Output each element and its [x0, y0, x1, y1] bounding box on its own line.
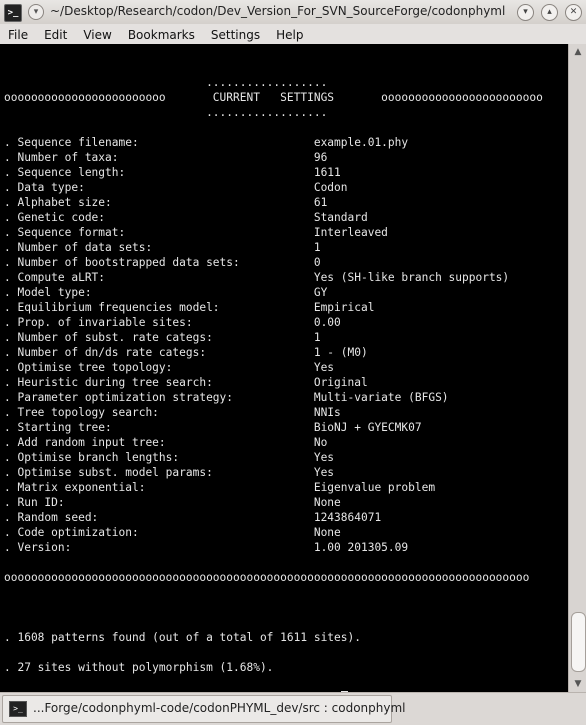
terminal-line: . Code optimization: None	[4, 526, 341, 539]
menu-settings[interactable]: Settings	[203, 25, 268, 45]
terminal-line: . Optimise subst. model params: Yes	[4, 466, 335, 479]
terminal-tab[interactable]: >_ ...Forge/codonphyml-code/codonPHYML_d…	[2, 695, 406, 723]
terminal-line: . Data type: Codon	[4, 181, 348, 194]
close-button[interactable]: ✕	[565, 4, 582, 21]
window-titlebar: >_ ▾ ~/Desktop/Research/codon/Dev_Versio…	[0, 0, 586, 25]
terminal-tabbar: >_ ...Forge/codonphyml-code/codonPHYML_d…	[0, 692, 586, 725]
terminal-line: . Genetic code: Standard	[4, 211, 368, 224]
menubar: File Edit View Bookmarks Settings Help	[0, 24, 586, 45]
terminal-line: . Optimise branch lengths: Yes	[4, 451, 335, 464]
terminal-line: ..................	[4, 106, 328, 119]
terminal-line: . 1608 patterns found (out of a total of…	[4, 631, 361, 644]
terminal-line: . Model type: GY	[4, 286, 328, 299]
pin-icon[interactable]: ▾	[28, 4, 44, 20]
menu-view[interactable]: View	[75, 25, 119, 45]
scrollbar-thumb[interactable]	[571, 612, 586, 672]
vertical-scrollbar[interactable]: ▲ ▼	[568, 44, 586, 692]
terminal-line: . Matrix exponential: Eigenvalue problem	[4, 481, 436, 494]
terminal-tab-icon: >_	[9, 701, 27, 717]
terminal-line: . Compute aLRT: Yes (SH-like branch supp…	[4, 271, 510, 284]
terminal-line: . Sequence length: 1611	[4, 166, 341, 179]
terminal-line: . Number of subst. rate categs: 1	[4, 331, 321, 344]
terminal-line: . Heuristic during tree search: Original	[4, 376, 368, 389]
terminal-line: . Starting tree: BioNJ + GYECMK07	[4, 421, 422, 434]
menu-file[interactable]: File	[0, 25, 36, 45]
terminal-line: . Version: 1.00 201305.09	[4, 541, 409, 554]
terminal-line: . Number of dn/ds rate categs: 1 - (M0)	[4, 346, 368, 359]
menu-edit[interactable]: Edit	[36, 25, 75, 45]
minimize-button[interactable]: ▾	[517, 4, 534, 21]
terminal-line: . Sequence filename: example.01.phy	[4, 136, 409, 149]
terminal-line: ..................	[4, 76, 328, 89]
maximize-button[interactable]: ▴	[541, 4, 558, 21]
terminal-line: . Random seed: 1243864071	[4, 511, 382, 524]
terminal-line: . 27 sites without polymorphism (1.68%).	[4, 661, 274, 674]
menu-help[interactable]: Help	[268, 25, 311, 45]
terminal-line: oooooooooooooooooooooooo CURRENT SETTING…	[4, 91, 543, 104]
terminal-line: . Number of taxa: 96	[4, 151, 328, 164]
terminal-line: . Parameter optimization strategy: Multi…	[4, 391, 449, 404]
terminal-line: oooooooooooooooooooooooooooooooooooooooo…	[4, 571, 530, 584]
terminal-line: . Number of bootstrapped data sets: 0	[4, 256, 321, 269]
terminal-line: . Equilibrium frequencies model: Empiric…	[4, 301, 375, 314]
window-title: ~/Desktop/Research/codon/Dev_Version_For…	[50, 4, 505, 18]
terminal-line: . Run ID: None	[4, 496, 341, 509]
terminal-tab-label: ...Forge/codonphyml-code/codonPHYML_dev/…	[33, 701, 406, 715]
terminal-line: . Optimise tree topology: Yes	[4, 361, 335, 374]
scroll-down-icon[interactable]: ▼	[572, 678, 584, 690]
terminal-line: . Sequence format: Interleaved	[4, 226, 388, 239]
terminal-line: . Prop. of invariable sites: 0.00	[4, 316, 341, 329]
terminal-line: . Number of data sets: 1	[4, 241, 321, 254]
terminal-line: . Tree topology search: NNIs	[4, 406, 341, 419]
menu-bookmarks[interactable]: Bookmarks	[120, 25, 203, 45]
terminal-line: . Add random input tree: No	[4, 436, 328, 449]
terminal-output[interactable]: .................. oooooooooooooooooooooo…	[0, 44, 568, 692]
scroll-up-icon[interactable]: ▲	[572, 46, 584, 58]
terminal-line: . Alphabet size: 61	[4, 196, 328, 209]
terminal-app-icon[interactable]: >_	[4, 4, 22, 22]
